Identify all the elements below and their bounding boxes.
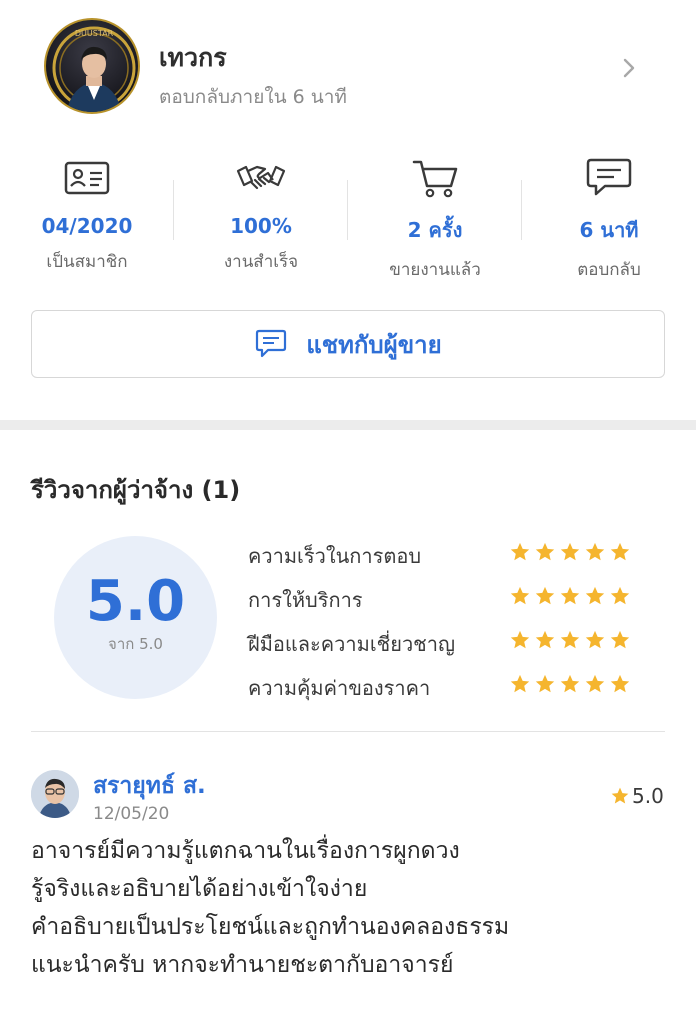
stat-label: ตอบกลับ: [577, 260, 641, 280]
criterion-label: การให้บริการ: [248, 588, 363, 612]
stat-member-since: 04/2020 เป็นสมาชิก: [17, 150, 157, 280]
stat-sales-count: 2 ครั้ง ขายงานแล้ว: [365, 150, 505, 280]
overall-score-badge: 5.0 จาก 5.0: [54, 536, 217, 699]
divider: [173, 180, 174, 240]
review-score-value: 5.0: [632, 784, 664, 808]
star-rating: [509, 541, 639, 565]
star-rating: [509, 673, 639, 697]
star-icon: [510, 674, 530, 693]
seller-avatar[interactable]: DUUSTAR: [44, 18, 140, 114]
seller-header[interactable]: DUUSTAR เทวกร ตอบกลับภายใน 6 นาที: [0, 0, 696, 140]
star-icon: [611, 787, 629, 804]
star-icon: [585, 586, 605, 605]
seller-name: เทวกร: [159, 43, 227, 72]
criterion-label: ความคุ้มค่าของราคา: [248, 676, 431, 700]
review-score: 5.0: [610, 784, 664, 808]
star-icon: [560, 674, 580, 693]
chevron-right-icon[interactable]: [618, 55, 640, 81]
star-icon: [610, 542, 630, 561]
review-text-line: รู้จริงและอธิบายได้อย่างเข้าใจง่าย: [31, 876, 368, 902]
review-date: 12/05/20: [93, 804, 170, 824]
star-icon: [510, 542, 530, 561]
star-icon: [560, 542, 580, 561]
reviewer-avatar[interactable]: [31, 770, 79, 818]
star-icon: [560, 630, 580, 649]
overall-score-max: จาก 5.0: [108, 635, 163, 653]
star-icon: [585, 542, 605, 561]
star-icon: [535, 586, 555, 605]
stat-value: 6 นาที: [579, 218, 639, 242]
id-card-icon: [64, 161, 110, 195]
divider: [521, 180, 522, 240]
handshake-icon: [236, 165, 286, 190]
stat-label: งานสำเร็จ: [223, 252, 299, 272]
section-divider: [0, 420, 696, 430]
stat-response-time: 6 นาที ตอบกลับ: [539, 150, 679, 280]
chat-bubble-icon: [586, 158, 632, 196]
shopping-cart-icon: [412, 160, 458, 198]
chat-with-seller-button[interactable]: แชทกับผู้ขาย: [31, 310, 665, 378]
criterion-label: ความเร็วในการตอบ: [248, 544, 422, 568]
stat-value: 04/2020: [41, 214, 133, 238]
review-text-line: คำอธิบายเป็นประโยชน์และถูกทำนองคลองธรรม: [31, 914, 510, 940]
star-icon: [560, 586, 580, 605]
stat-value: 2 ครั้ง: [407, 218, 463, 242]
star-icon: [585, 674, 605, 693]
star-icon: [610, 674, 630, 693]
star-icon: [585, 630, 605, 649]
reviews-title: รีวิวจากผู้ว่าจ้าง (1): [31, 476, 241, 504]
star-icon: [510, 586, 530, 605]
star-icon: [510, 630, 530, 649]
stat-success-rate: 100% งานสำเร็จ: [191, 150, 331, 280]
review-text-line: อาจารย์มีความรู้แตกฉานในเรื่องการผูกดวง: [31, 838, 460, 864]
star-icon: [535, 674, 555, 693]
criterion-label: ฝีมือและความเชี่ยวชาญ: [248, 632, 456, 656]
star-icon: [535, 542, 555, 561]
svg-text:DUUSTAR: DUUSTAR: [75, 29, 114, 38]
stat-value: 100%: [230, 214, 292, 238]
reviewer-name[interactable]: สรายุทธ์ ส.: [93, 768, 206, 804]
seller-response-time: ตอบกลับภายใน 6 นาที: [159, 86, 347, 108]
review-text-line: แนะนำครับ หากจะทำนายชะตากับอาจารย์: [31, 952, 454, 978]
divider: [31, 731, 665, 732]
star-icon: [535, 630, 555, 649]
star-icon: [610, 630, 630, 649]
star-icon: [610, 586, 630, 605]
review-text: อาจารย์มีความรู้แตกฉานในเรื่องการผูกดวง …: [31, 832, 671, 984]
chat-button-label: แชทกับผู้ขาย: [306, 330, 442, 359]
chat-bubble-icon: [256, 329, 287, 358]
stat-label: ขายงานแล้ว: [389, 260, 481, 280]
star-rating: [509, 629, 639, 653]
stat-label: เป็นสมาชิก: [46, 252, 128, 272]
overall-score: 5.0: [85, 569, 186, 634]
star-rating: [509, 585, 639, 609]
divider: [347, 180, 348, 240]
